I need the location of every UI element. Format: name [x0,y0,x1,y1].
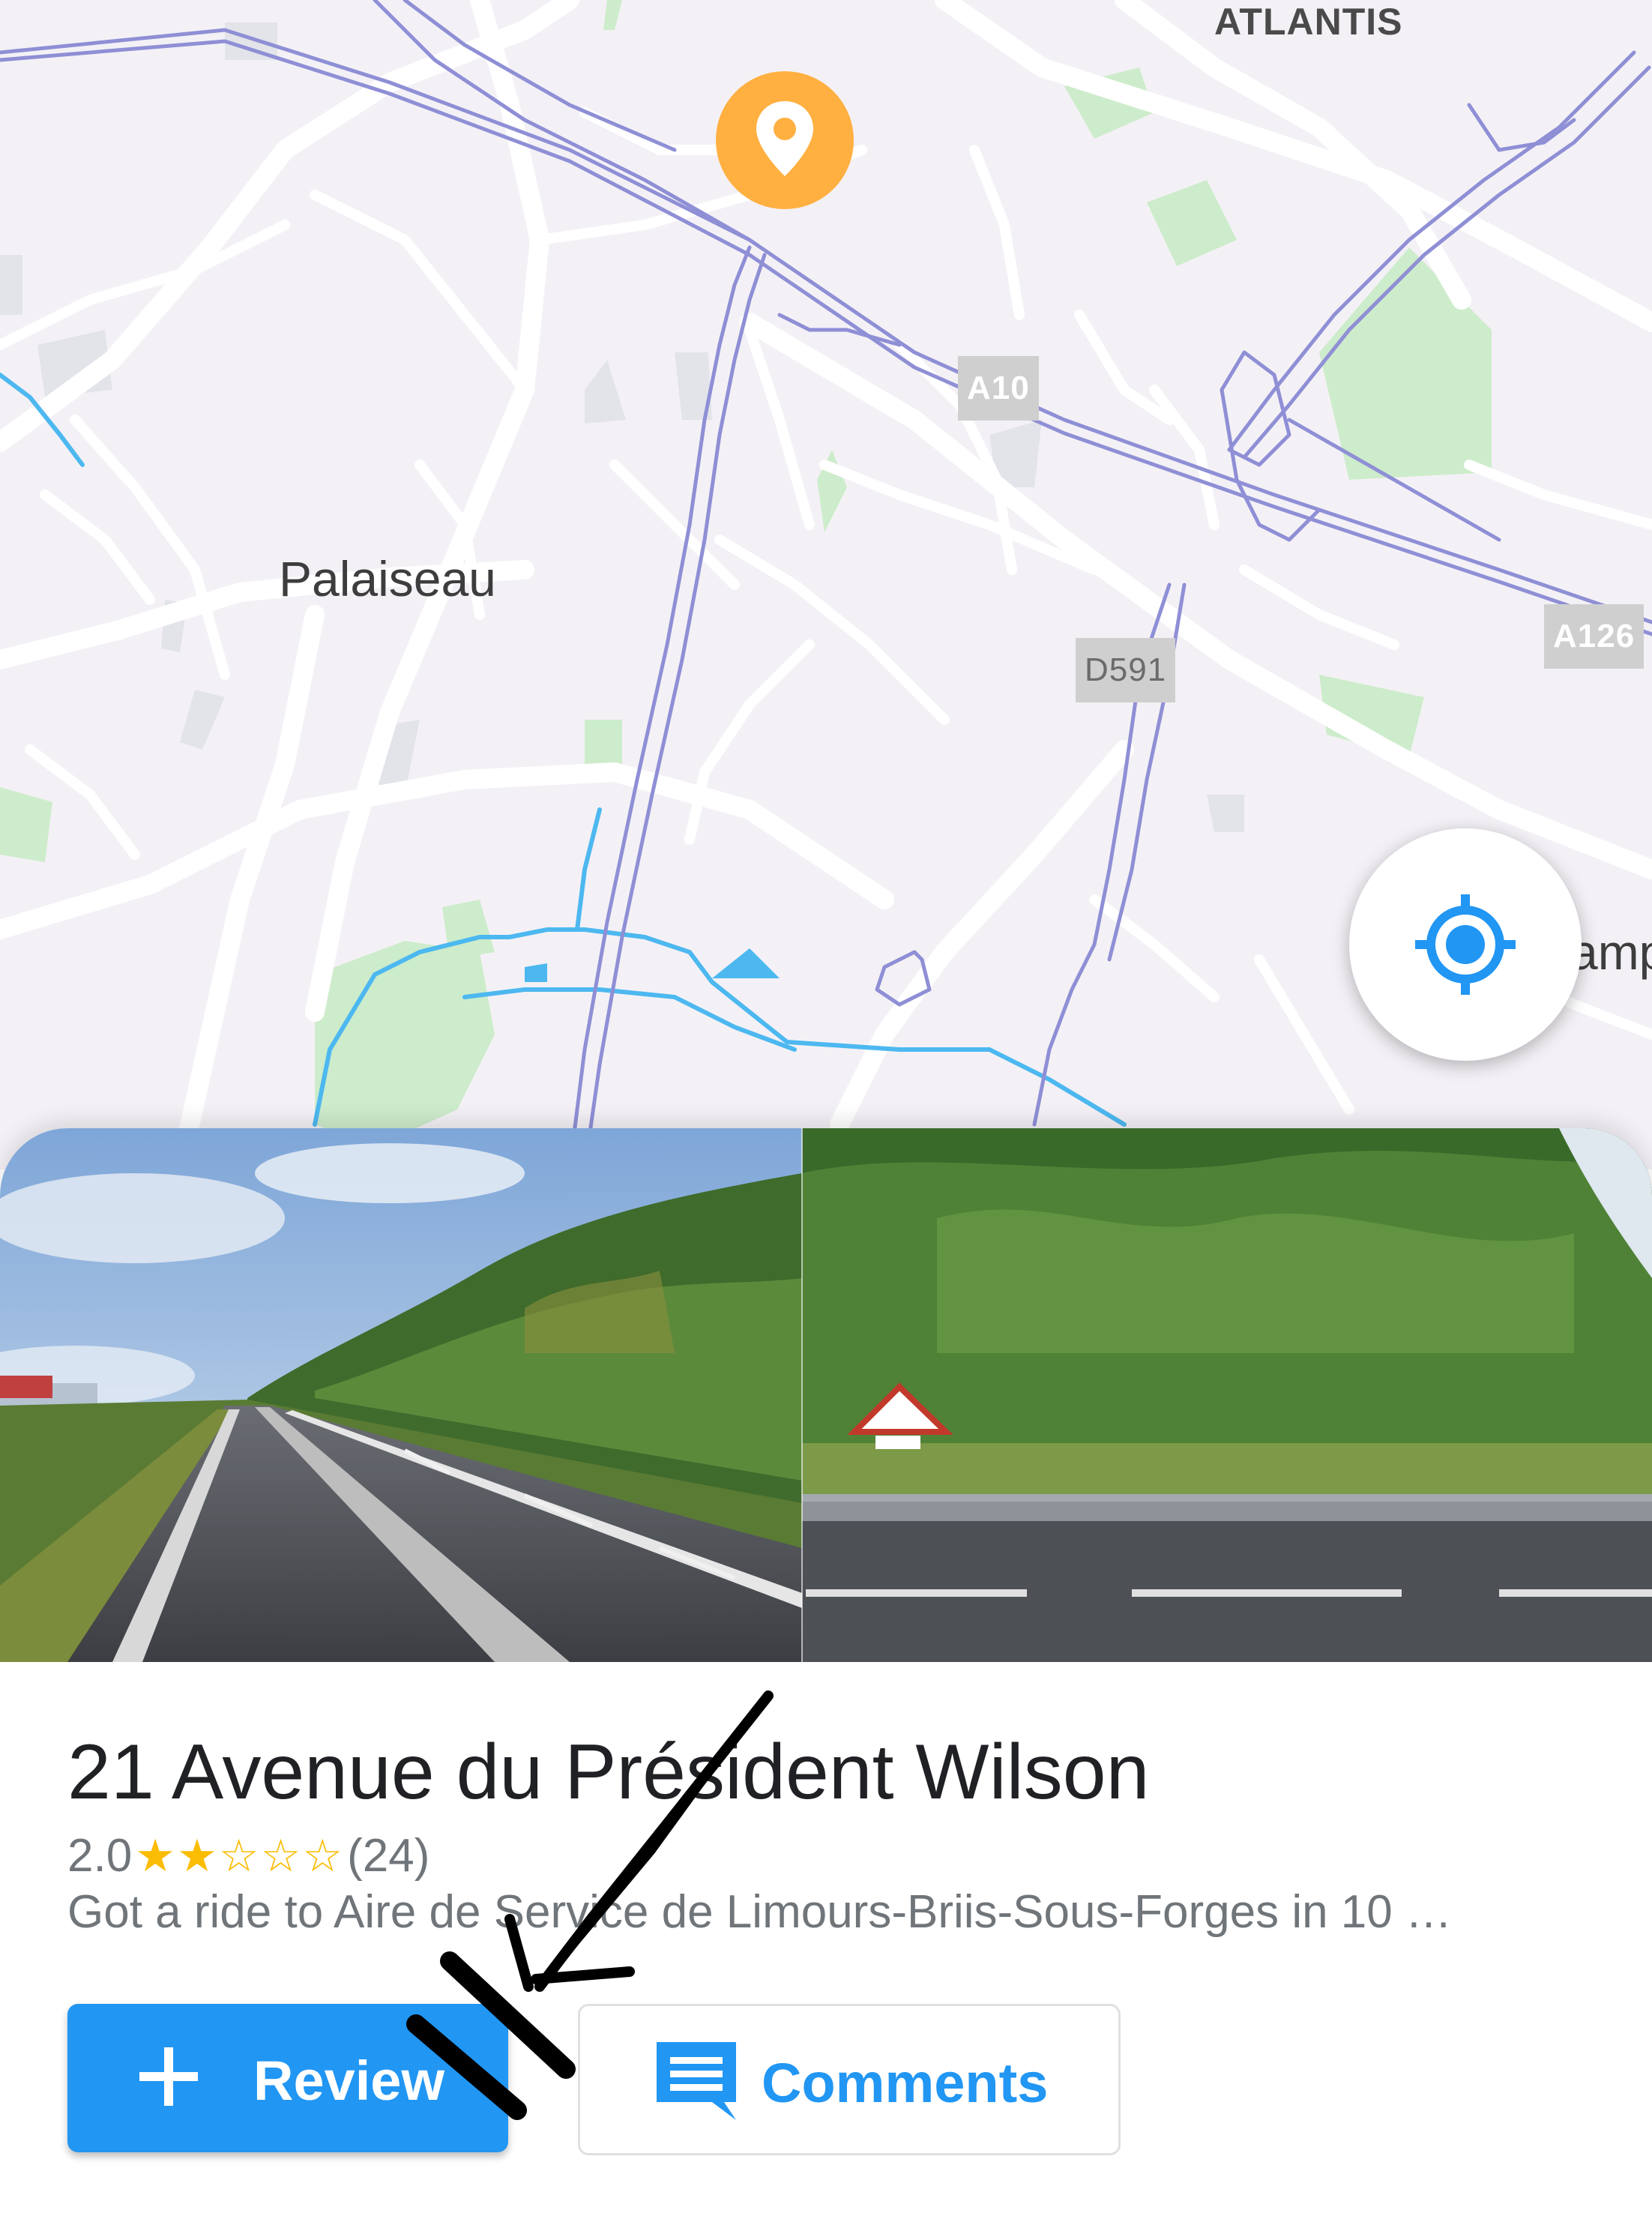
rating-row[interactable]: 2.0 ★★☆☆☆ (24) [67,1829,429,1882]
rating-stars-icon: ★★☆☆☆ [135,1830,345,1881]
comments-button[interactable]: Comments [578,2004,1121,2155]
map-pin-marker[interactable] [716,71,854,209]
rating-value: 2.0 [67,1830,133,1882]
my-location-icon [1415,894,1516,995]
road-shield-a10: A10 [958,356,1039,421]
road-shield-a126: A126 [1544,604,1645,669]
street-view-photo[interactable] [0,1128,1652,1662]
map-pin-icon [756,101,813,176]
road-shield-d591: D591 [1076,638,1176,702]
plus-icon [139,2047,198,2106]
my-location-button[interactable] [1349,828,1582,1061]
map-label-palaiseau: Palaiseau [279,551,496,606]
review-count: (24) [347,1830,430,1882]
map-view[interactable]: ATLANTIS Palaiseau amp A10 D591 A126 [0,0,1652,1169]
place-bottom-sheet[interactable]: 21 Avenue du Président Wilson 2.0 ★★☆☆☆ … [0,1128,1652,2240]
review-button[interactable]: Review [67,2004,508,2152]
review-button-label: Review [253,2050,445,2112]
place-title: 21 Avenue du Président Wilson [67,1729,1150,1816]
place-description: Got a ride to Aire de Service de Limours… [67,1886,1452,1938]
comments-button-label: Comments [762,2052,1049,2114]
map-label-champ-partial: amp [1570,924,1652,980]
map-label-atlantis: ATLANTIS [1214,1,1403,43]
comment-icon [657,2042,736,2120]
